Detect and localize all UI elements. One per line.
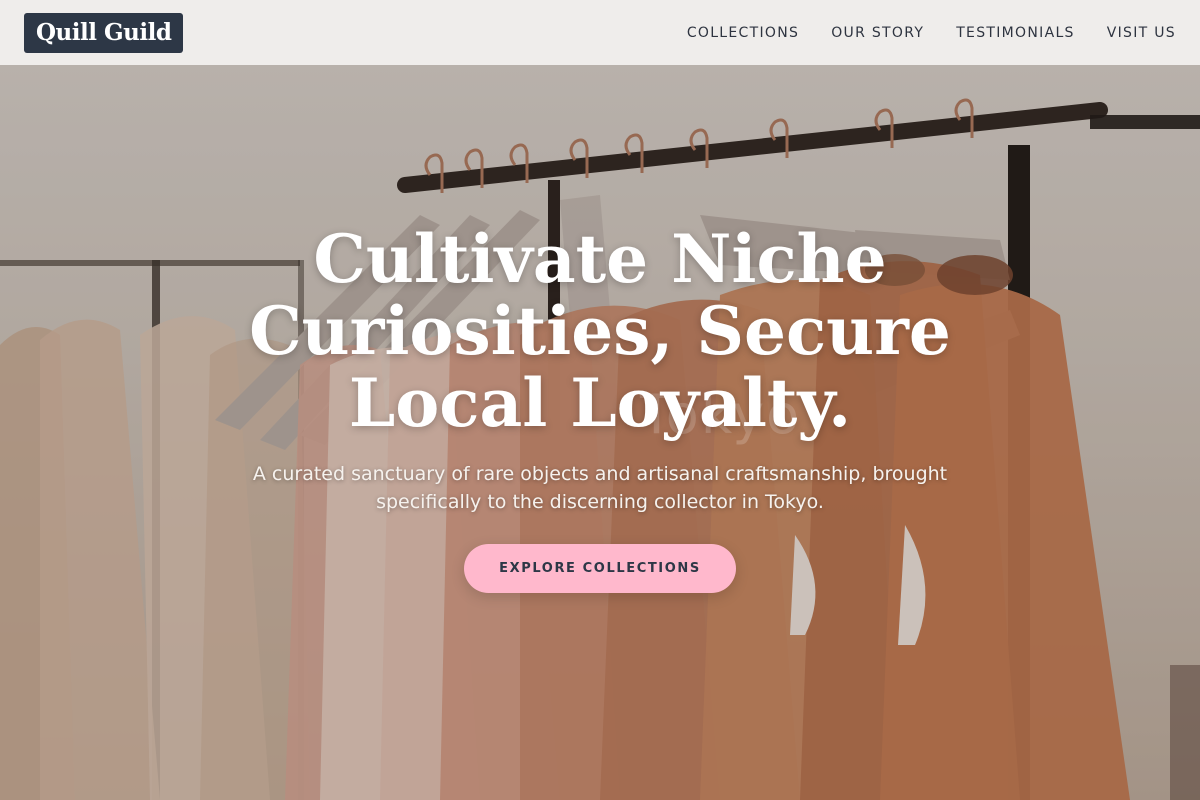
- hero-headline: Cultivate Niche Curiosities, Secure Loca…: [249, 220, 951, 442]
- main-nav: COLLECTIONS OUR STORY TESTIMONIALS VISIT…: [687, 25, 1176, 41]
- nav-visit-us[interactable]: VISIT US: [1107, 25, 1176, 41]
- nav-testimonials[interactable]: TESTIMONIALS: [956, 25, 1075, 41]
- nav-our-story[interactable]: OUR STORY: [831, 25, 924, 41]
- site-logo[interactable]: Quill Guild: [24, 12, 184, 53]
- hero-section: Tokyo Cultivate Niche Curiosities, Secur…: [0, 65, 1200, 800]
- explore-collections-button[interactable]: EXPLORE COLLECTIONS: [464, 544, 736, 593]
- site-header: Quill Guild COLLECTIONS OUR STORY TESTIM…: [0, 0, 1200, 65]
- nav-collections[interactable]: COLLECTIONS: [687, 25, 799, 41]
- hero-subtitle: A curated sanctuary of rare objects and …: [252, 463, 948, 513]
